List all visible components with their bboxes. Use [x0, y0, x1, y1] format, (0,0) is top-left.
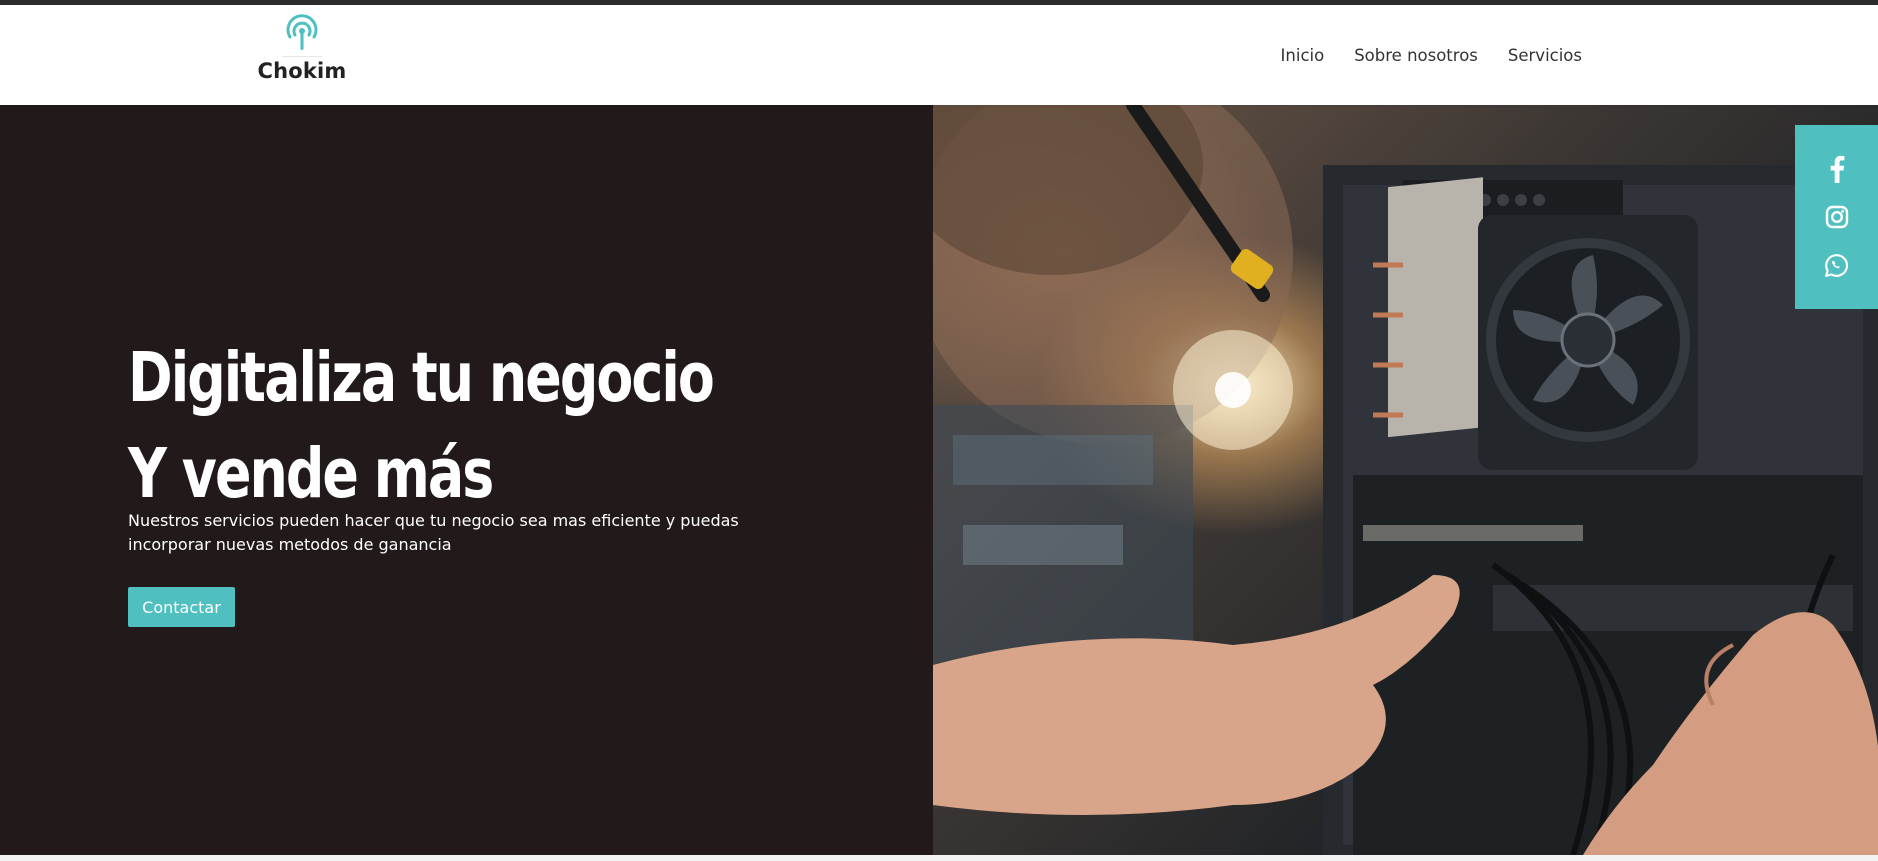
contact-button[interactable]: Contactar [128, 587, 235, 627]
whatsapp-icon[interactable] [1822, 250, 1852, 280]
hero-title: Digitaliza tu negocio Y vende más [128, 330, 715, 522]
main-nav: Inicio Sobre nosotros Servicios [1281, 5, 1582, 105]
page-bottom-edge [0, 855, 1878, 861]
hero-title-line-1: Digitaliza tu negocio [128, 338, 715, 418]
nav-item-sobre-nosotros[interactable]: Sobre nosotros [1354, 46, 1478, 65]
broadcast-signal-icon [286, 14, 318, 50]
hero-title-line-2: Y vende más [128, 434, 494, 514]
nav-item-servicios[interactable]: Servicios [1508, 46, 1582, 65]
nav-item-inicio[interactable]: Inicio [1281, 46, 1325, 65]
instagram-icon[interactable] [1822, 202, 1852, 232]
site-header: Chokim Inicio Sobre nosotros Servicios [0, 5, 1878, 105]
hero-section: Digitaliza tu negocio Y vende más Nuestr… [0, 105, 1878, 855]
hero-description: Nuestros servicios pueden hacer que tu n… [128, 511, 739, 554]
brand-logo[interactable]: Chokim [252, 13, 352, 93]
computer-repair-illustration [933, 105, 1878, 855]
hero-text-panel: Digitaliza tu negocio Y vende más Nuestr… [0, 105, 933, 855]
brand-name: Chokim [257, 59, 347, 83]
facebook-icon[interactable] [1822, 154, 1852, 184]
hero-image [933, 105, 1878, 855]
social-sidebar [1795, 125, 1878, 309]
logo-divider [282, 56, 322, 57]
